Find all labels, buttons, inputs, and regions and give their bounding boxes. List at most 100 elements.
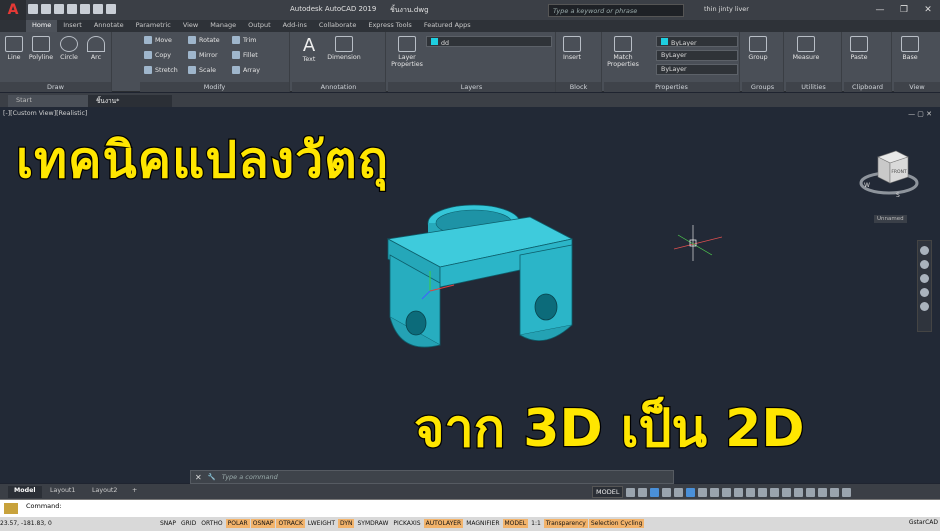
status-symdraw[interactable]: SYMDRAW bbox=[355, 519, 390, 528]
panel-label[interactable]: Groups bbox=[742, 82, 783, 92]
array-tool[interactable]: Array bbox=[232, 66, 260, 74]
arc-tool[interactable]: Arc bbox=[86, 36, 106, 61]
snap-icon[interactable] bbox=[638, 487, 648, 497]
user-name[interactable]: thin jinty liver bbox=[704, 5, 749, 13]
close-button[interactable]: ✕ bbox=[918, 3, 938, 17]
file-tab-document[interactable]: ชิ้นงาน* bbox=[88, 95, 172, 107]
add-layout-button[interactable]: + bbox=[126, 486, 143, 498]
selection-cycling-icon[interactable] bbox=[746, 487, 756, 497]
paste-tool[interactable]: Paste bbox=[846, 36, 872, 61]
new-icon[interactable] bbox=[28, 4, 38, 14]
status-transparency[interactable]: Transparency bbox=[543, 519, 588, 528]
isolate-objects-icon[interactable] bbox=[806, 487, 816, 497]
status-grid[interactable]: GRID bbox=[179, 519, 198, 528]
linetype-dropdown[interactable]: ByLayer bbox=[656, 50, 738, 61]
circle-tool[interactable]: Circle bbox=[58, 36, 80, 61]
isodraft-icon[interactable] bbox=[674, 487, 684, 497]
command-input[interactable]: Type a command bbox=[222, 473, 278, 481]
status-selection-cycling[interactable]: Selection Cycling bbox=[588, 519, 645, 528]
tab-output[interactable]: Output bbox=[242, 20, 277, 32]
panel-label[interactable]: Annotation bbox=[292, 82, 385, 92]
tab-annotate[interactable]: Annotate bbox=[88, 20, 130, 32]
color-dropdown[interactable]: ByLayer bbox=[656, 36, 738, 47]
panel-label[interactable]: View bbox=[894, 82, 940, 92]
tab-view[interactable]: View bbox=[177, 20, 204, 32]
rotate-tool[interactable]: Rotate bbox=[188, 36, 220, 44]
status-lweight[interactable]: LWEIGHT bbox=[306, 519, 337, 528]
layout-tab-layout2[interactable]: Layout2 bbox=[86, 486, 123, 498]
panel-label[interactable]: Utilities bbox=[786, 82, 841, 92]
status-scale[interactable]: 1:1 bbox=[529, 519, 543, 528]
ucs-dynamic-icon[interactable] bbox=[710, 487, 720, 497]
file-tab-start[interactable]: Start bbox=[8, 95, 88, 107]
command-line[interactable]: ✕ 🔧 Type a command bbox=[190, 470, 674, 484]
layout-tab-layout1[interactable]: Layout1 bbox=[44, 486, 81, 498]
redo-icon[interactable] bbox=[106, 4, 116, 14]
polyline-tool[interactable]: Polyline bbox=[28, 36, 54, 61]
zoom-icon[interactable] bbox=[920, 274, 929, 283]
wrench-icon[interactable]: 🔧 bbox=[208, 473, 216, 481]
line-tool[interactable]: Line bbox=[4, 36, 24, 61]
panel-label[interactable]: Properties bbox=[604, 82, 739, 92]
showmotion-icon[interactable] bbox=[920, 302, 929, 311]
annotation-scale-icon[interactable] bbox=[758, 487, 768, 497]
measure-tool[interactable]: Measure bbox=[788, 36, 824, 61]
drawing-viewport[interactable]: [-][Custom View][Realistic] — ▢ ✕ เทคนิค… bbox=[0, 107, 940, 483]
status-otrack[interactable]: OTRACK bbox=[276, 519, 305, 528]
stretch-tool[interactable]: Stretch bbox=[144, 66, 178, 74]
panel-label[interactable]: Modify bbox=[140, 82, 289, 92]
polar-icon[interactable] bbox=[662, 487, 672, 497]
viewcube-icon[interactable]: FRONT W S bbox=[856, 147, 922, 207]
match-properties-tool[interactable]: Match Properties bbox=[606, 36, 640, 68]
save-as-icon[interactable] bbox=[67, 4, 77, 14]
scale-tool[interactable]: Scale bbox=[188, 66, 216, 74]
plot-icon[interactable] bbox=[80, 4, 90, 14]
units-icon[interactable] bbox=[794, 487, 804, 497]
grid-icon[interactable] bbox=[626, 487, 636, 497]
viewport-controls-label[interactable]: [-][Custom View][Realistic] bbox=[3, 110, 87, 117]
insert-tool[interactable]: Insert bbox=[560, 36, 584, 61]
dimension-tool[interactable]: Dimension bbox=[324, 36, 364, 61]
base-tool[interactable]: Base bbox=[896, 36, 924, 61]
maximize-button[interactable]: ❐ bbox=[894, 3, 914, 17]
3d-bracket-model[interactable] bbox=[380, 195, 600, 365]
minimize-button[interactable]: — bbox=[870, 3, 890, 17]
status-dyn[interactable]: DYN bbox=[338, 519, 355, 528]
move-tool[interactable]: Move bbox=[144, 36, 172, 44]
layer-dropdown[interactable]: dd bbox=[426, 36, 552, 47]
panel-label[interactable]: Block bbox=[556, 82, 601, 92]
status-autolayer[interactable]: AUTOLAYER bbox=[423, 519, 464, 528]
layout-tab-model[interactable]: Model bbox=[8, 486, 42, 498]
close-icon[interactable]: ✕ bbox=[195, 473, 202, 482]
tab-manage[interactable]: Manage bbox=[204, 20, 242, 32]
layer-properties-tool[interactable]: Layer Properties bbox=[390, 36, 424, 68]
command-history[interactable]: Command: bbox=[0, 499, 940, 517]
trim-tool[interactable]: Trim bbox=[232, 36, 256, 44]
panel-label[interactable]: Layers bbox=[388, 82, 555, 92]
customization-menu-icon[interactable] bbox=[842, 487, 852, 497]
status-osnap[interactable]: OSNAP bbox=[250, 519, 276, 528]
annotation-monitor-icon[interactable] bbox=[782, 487, 792, 497]
app-logo-button[interactable]: A bbox=[0, 0, 26, 20]
ortho-icon[interactable] bbox=[650, 487, 660, 497]
status-model[interactable]: MODEL bbox=[502, 519, 529, 528]
hardware-acceleration-icon[interactable] bbox=[818, 487, 828, 497]
osnap-icon[interactable] bbox=[686, 487, 696, 497]
tab-express-tools[interactable]: Express Tools bbox=[362, 20, 417, 32]
open-icon[interactable] bbox=[41, 4, 51, 14]
tab-insert[interactable]: Insert bbox=[57, 20, 88, 32]
ucs-dropdown[interactable]: Unnamed bbox=[874, 215, 907, 223]
group-tool[interactable]: Group bbox=[744, 36, 772, 61]
copy-tool[interactable]: Copy bbox=[144, 51, 171, 59]
model-space-button[interactable]: MODEL bbox=[592, 486, 624, 498]
steering-wheel-icon[interactable] bbox=[920, 246, 929, 255]
viewport-window-controls[interactable]: — ▢ ✕ bbox=[908, 110, 932, 118]
tab-collaborate[interactable]: Collaborate bbox=[313, 20, 362, 32]
mirror-tool[interactable]: Mirror bbox=[188, 51, 218, 59]
pan-icon[interactable] bbox=[920, 260, 929, 269]
tab-addins[interactable]: Add-ins bbox=[277, 20, 313, 32]
status-magnifier[interactable]: MAGNIFIER bbox=[464, 519, 501, 528]
save-icon[interactable] bbox=[54, 4, 64, 14]
text-tool[interactable]: A Text bbox=[298, 36, 320, 64]
transparency-icon[interactable] bbox=[734, 487, 744, 497]
